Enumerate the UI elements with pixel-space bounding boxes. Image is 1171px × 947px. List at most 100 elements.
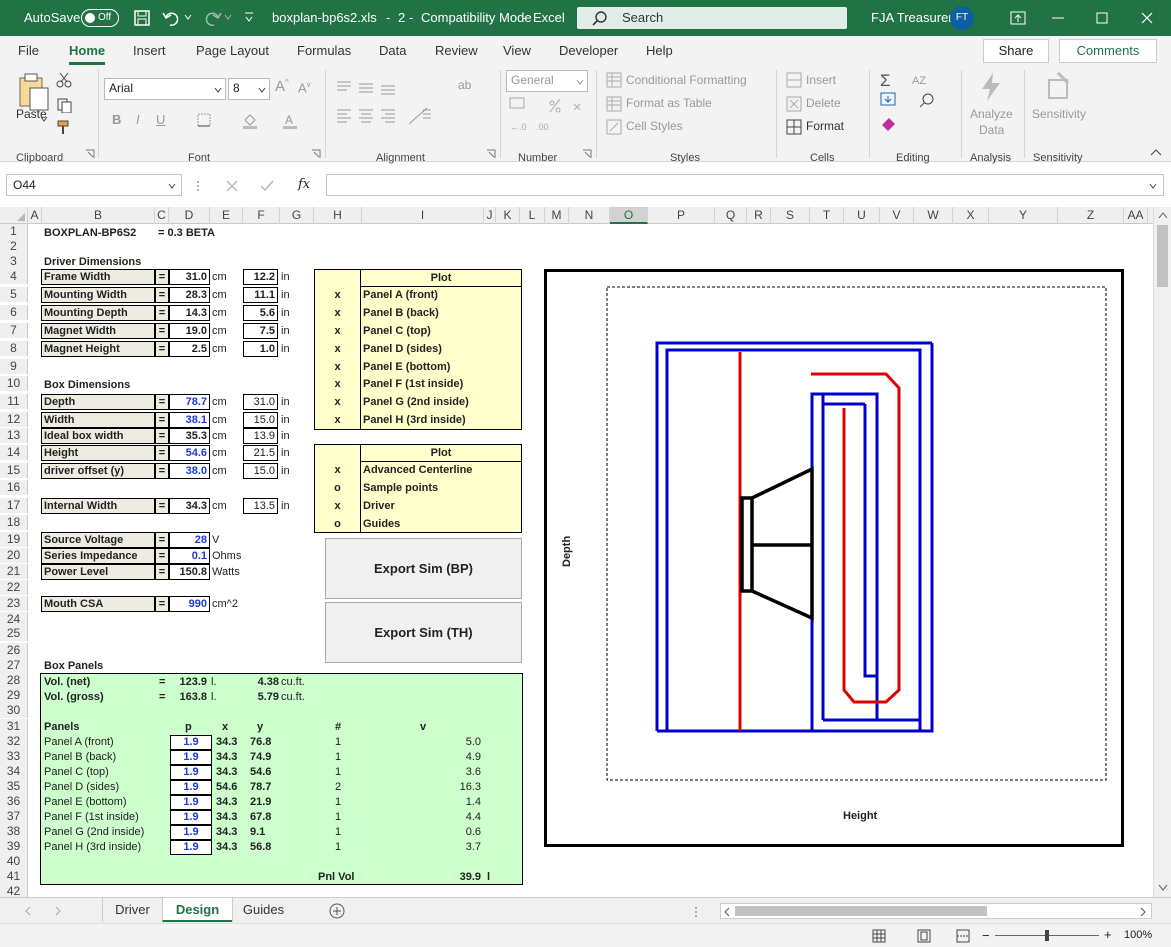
panel-name[interactable]: Panel E (bottom) (44, 795, 127, 810)
panel-y[interactable]: 78.7 (250, 780, 271, 795)
chevron-down-icon[interactable] (40, 116, 48, 122)
insert-cells-icon[interactable] (786, 72, 802, 88)
panel-x[interactable]: 34.3 (216, 765, 237, 780)
vol-net-label[interactable]: Vol. (net) (44, 675, 90, 690)
panel-v[interactable]: 5.0 (441, 735, 481, 750)
panel-x[interactable]: 34.3 (216, 840, 237, 855)
plot-panel-mark[interactable]: x (315, 360, 360, 375)
tab-developer[interactable]: Developer (559, 43, 618, 58)
customize-toolbar-icon[interactable] (244, 11, 254, 23)
name-box[interactable]: O44 (6, 174, 182, 196)
column-header-x[interactable]: X (953, 207, 989, 224)
row-header-41[interactable]: 41 (0, 869, 28, 884)
plot-panel-mark[interactable]: x (315, 342, 360, 357)
panel-v[interactable]: 16.3 (441, 780, 481, 795)
insert-function-icon[interactable]: fx (298, 177, 310, 192)
driver-3-inches[interactable]: 7.5 (243, 324, 275, 339)
format-as-table-icon[interactable] (606, 96, 622, 112)
row-header-23[interactable]: 23 (0, 596, 28, 611)
box-1-label[interactable]: Width (44, 413, 74, 428)
box-1-inches[interactable]: 15.0 (243, 413, 275, 428)
spreadsheet-grid[interactable]: A B C D E F G H I J K L M N O P Q R S T U V W X Y Z AA BOXPLAN-BP6… (0, 207, 1171, 897)
column-header-l[interactable]: L (520, 207, 545, 224)
column-header-p[interactable]: P (648, 207, 715, 224)
vol-gross-value[interactable]: 163.8 (173, 690, 207, 705)
column-header-o[interactable]: O (610, 207, 648, 224)
decrease-font-icon[interactable]: Av (298, 80, 311, 95)
driver-0-label[interactable]: Frame Width (44, 270, 111, 285)
panel-y[interactable]: 54.6 (250, 765, 271, 780)
page-layout-view-icon[interactable] (917, 929, 931, 943)
plot-option-mark[interactable]: o (315, 517, 360, 532)
plot-panel-mark[interactable]: x (315, 306, 360, 321)
cut-icon[interactable] (56, 72, 72, 88)
copy-icon[interactable] (56, 97, 72, 113)
row-header-1[interactable]: 1 (0, 224, 28, 239)
column-header-g[interactable]: G (280, 207, 314, 224)
column-header-j[interactable]: J (484, 207, 496, 224)
panel-count[interactable]: 1 (335, 825, 341, 840)
row-header-24[interactable]: 24 (0, 612, 28, 627)
font-color-icon[interactable]: A (281, 112, 299, 130)
driver-2-value[interactable]: 14.3 (169, 306, 207, 321)
row-header-40[interactable]: 40 (0, 854, 28, 869)
borders-icon[interactable] (196, 112, 212, 128)
box-0-value[interactable]: 78.7 (169, 395, 207, 410)
column-header-f[interactable]: F (243, 207, 280, 224)
row-header-12[interactable]: 12 (0, 412, 28, 427)
row-header-14[interactable]: 14 (0, 445, 28, 460)
box-3-inches[interactable]: 21.5 (243, 446, 275, 461)
tab-scroll-right-icon[interactable] (54, 906, 62, 916)
plot-panel-mark[interactable]: x (315, 413, 360, 428)
driver-4-label[interactable]: Magnet Height (44, 342, 120, 357)
elec-0-value[interactable]: 28 (169, 533, 207, 548)
autosave-toggle[interactable]: Off (81, 9, 119, 27)
row-header-32[interactable]: 32 (0, 734, 28, 749)
elec-2-label[interactable]: Power Level (44, 565, 108, 580)
chevron-down-icon[interactable] (1149, 183, 1157, 189)
row-header-15[interactable]: 15 (0, 463, 28, 478)
row-header-31[interactable]: 31 (0, 719, 28, 734)
box-3-label[interactable]: Height (44, 446, 78, 461)
panel-x[interactable]: 34.3 (216, 795, 237, 810)
panel-count[interactable]: 1 (335, 735, 341, 750)
scroll-thumb[interactable] (1157, 225, 1168, 287)
column-header-w[interactable]: W (914, 207, 953, 224)
analyze-data-icon[interactable] (978, 72, 1004, 102)
dialog-launcher-icon[interactable] (311, 149, 321, 159)
panel-v[interactable]: 1.4 (441, 795, 481, 810)
column-header-c[interactable]: C (155, 207, 169, 224)
sheet-tab-design[interactable]: Design (162, 898, 232, 922)
panel-count[interactable]: 1 (335, 795, 341, 810)
panel-count[interactable]: 2 (335, 780, 341, 795)
row-header-25[interactable]: 25 (0, 626, 28, 641)
font-name-select[interactable]: Arial (104, 78, 226, 100)
page-break-view-icon[interactable] (956, 929, 970, 943)
plot-panels-header[interactable]: Plot (361, 271, 521, 287)
select-all-corner[interactable] (0, 207, 28, 224)
panel-x[interactable]: 34.3 (216, 825, 237, 840)
row-header-6[interactable]: 6 (0, 305, 28, 320)
comments-button[interactable]: Comments (1059, 39, 1157, 63)
row-header-36[interactable]: 36 (0, 794, 28, 809)
column-header-u[interactable]: U (844, 207, 880, 224)
font-size-select[interactable]: 8 (228, 78, 270, 100)
tab-insert[interactable]: Insert (133, 43, 166, 58)
share-button[interactable]: Share (983, 39, 1049, 63)
tab-formulas[interactable]: Formulas (297, 43, 351, 58)
row-header-37[interactable]: 37 (0, 809, 28, 824)
v-col-header[interactable]: v (420, 720, 426, 735)
sheet-title[interactable]: BOXPLAN-BP6S2 (44, 226, 136, 241)
row-header-19[interactable]: 19 (0, 532, 28, 547)
panel-name[interactable]: Panel B (back) (44, 750, 116, 765)
panel-x[interactable]: 54.6 (216, 780, 237, 795)
delete-cells-button[interactable]: Delete (806, 96, 841, 110)
row-header-42[interactable]: 42 (0, 884, 28, 897)
sheet-version[interactable]: = 0.3 BETA (158, 226, 215, 241)
vol-net-cuft[interactable]: 4.38 (251, 675, 279, 690)
vol-gross-label[interactable]: Vol. (gross) (44, 690, 104, 705)
column-header-z[interactable]: Z (1058, 207, 1124, 224)
plot-panel-mark[interactable]: x (315, 395, 360, 410)
panel-count[interactable]: 1 (335, 750, 341, 765)
delete-cells-icon[interactable] (786, 96, 802, 112)
